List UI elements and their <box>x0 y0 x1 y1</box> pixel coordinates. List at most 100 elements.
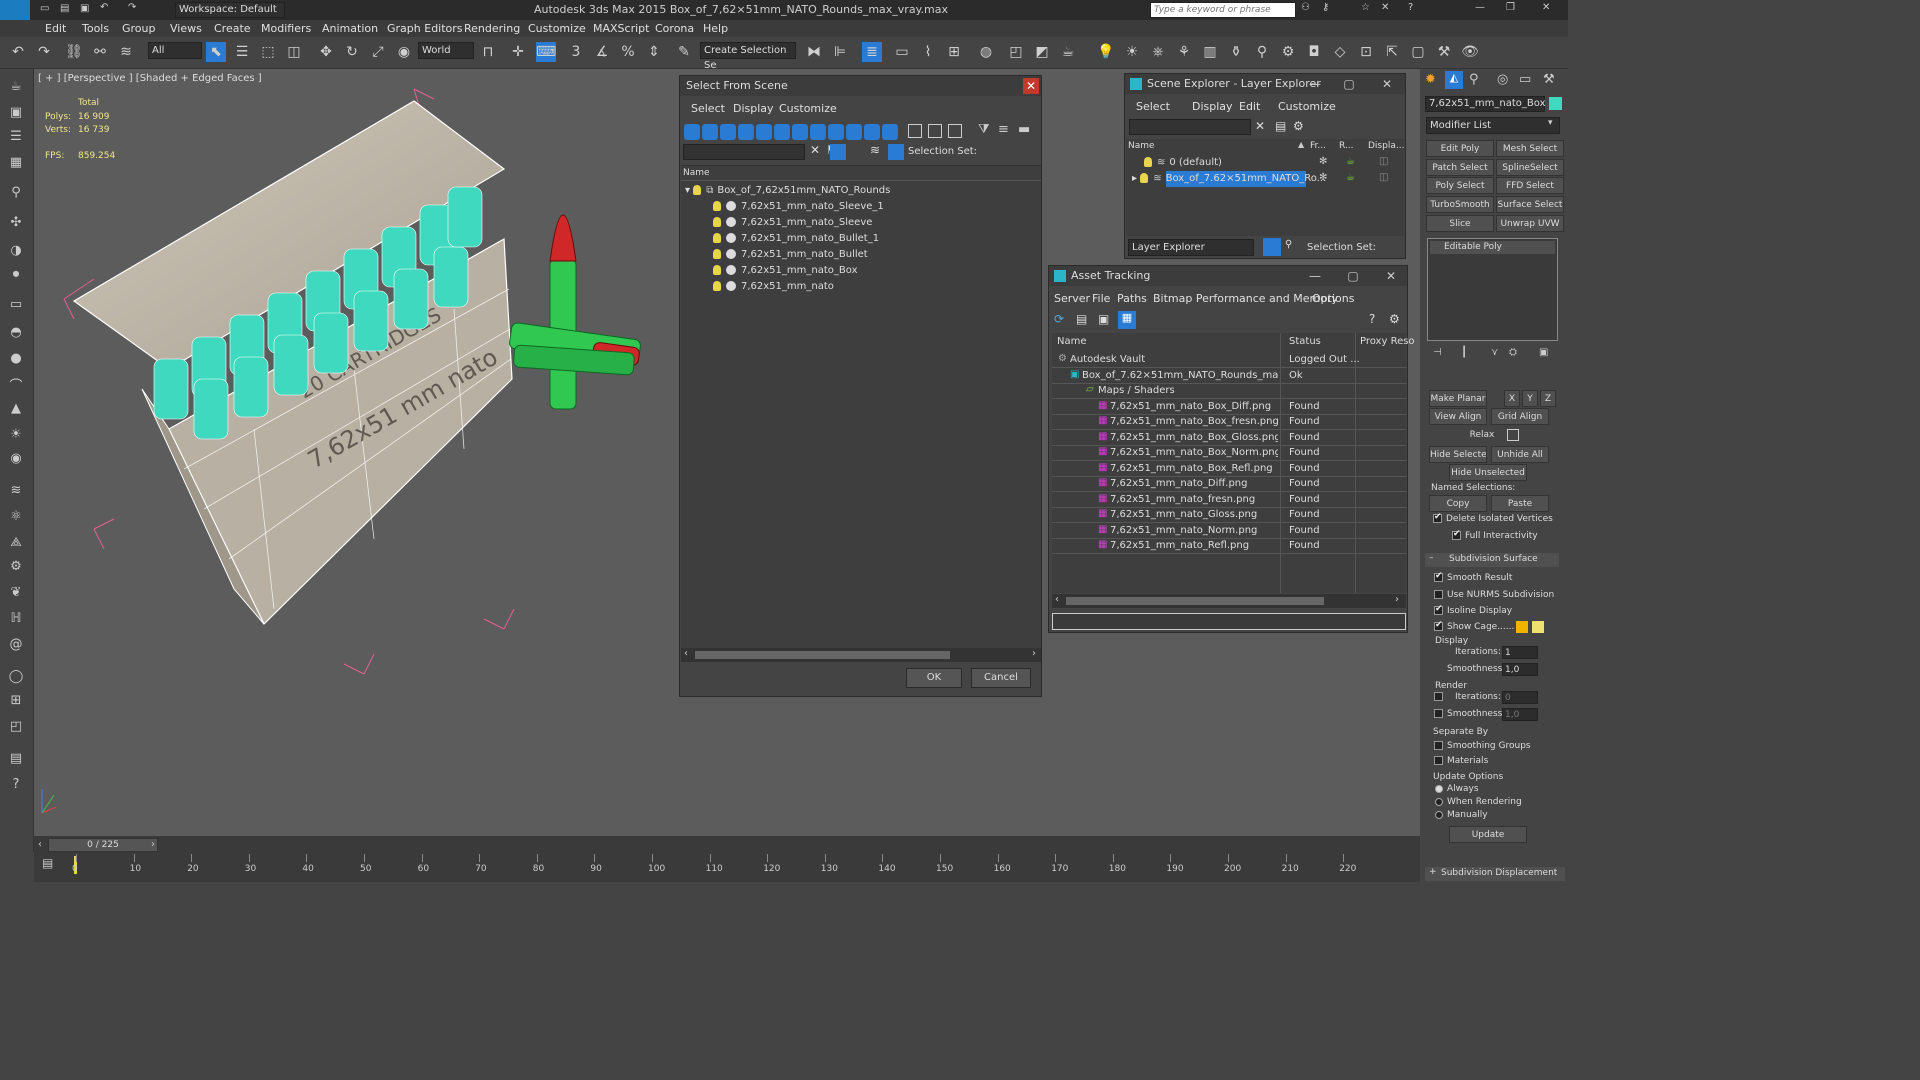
angle-snap-icon[interactable]: ∡ <box>592 42 612 62</box>
rect-selection-icon[interactable]: ⬚ <box>258 42 278 62</box>
relax-settings-icon[interactable] <box>1507 429 1519 441</box>
menu-server[interactable]: Server <box>1054 292 1090 305</box>
asset-row[interactable]: ⚙ Autodesk Vault Logged Out ... <box>1052 353 1406 368</box>
menu-display[interactable]: Display <box>1192 100 1233 113</box>
workspace-dropdown[interactable]: Workspace: Default <box>175 2 285 18</box>
filter-frozen-icon[interactable] <box>864 124 880 140</box>
maximize-icon[interactable]: ▢ <box>1341 76 1357 92</box>
smoothing-groups-checkbox[interactable] <box>1434 741 1443 750</box>
paste-button[interactable]: Paste <box>1491 495 1549 512</box>
display-icon[interactable]: ◫ <box>1379 156 1388 167</box>
pin-stack-icon[interactable]: ⊣ <box>1433 347 1442 358</box>
filter-shapes-icon[interactable] <box>702 124 718 140</box>
mesh-icon[interactable]: ⟁ <box>6 535 26 553</box>
menu-display[interactable]: Display <box>733 102 774 115</box>
col-render[interactable]: R... <box>1339 141 1354 151</box>
tool-icon[interactable]: ⚒ <box>1434 42 1454 62</box>
molecule-icon[interactable]: ⚛ <box>6 509 26 527</box>
hf-icon[interactable]: ℍ <box>6 611 26 629</box>
modifier-list-arrow-icon[interactable]: ▾ <box>1548 118 1553 128</box>
iterations-spinner[interactable]: 1 <box>1502 646 1538 659</box>
filter-icon[interactable]: ⧩ <box>978 122 990 137</box>
minimize-icon[interactable]: — <box>1307 268 1323 284</box>
menu-animation[interactable]: Animation <box>322 22 378 35</box>
menu-help[interactable]: Help <box>703 22 728 35</box>
teapot-icon[interactable]: ☕ <box>6 79 26 97</box>
place-icon[interactable]: ◉ <box>394 42 414 62</box>
menu-group[interactable]: Group <box>122 22 156 35</box>
gear-icon[interactable]: ⚙ <box>1278 42 1298 62</box>
col-name[interactable]: Name <box>1128 141 1155 151</box>
grid-align-button[interactable]: Grid Align <box>1491 408 1549 425</box>
smoothness-spinner[interactable]: 1,0 <box>1502 663 1538 676</box>
grid-icon[interactable]: ⊡ <box>1356 42 1376 62</box>
sort-icon[interactable]: ▲ <box>1298 140 1304 149</box>
select-all-icon[interactable] <box>908 124 922 138</box>
clear-search-icon[interactable]: ✕ <box>810 143 820 157</box>
scroll-left-icon[interactable]: ‹ <box>1055 594 1059 605</box>
menu-options[interactable]: Options <box>1312 292 1354 305</box>
box-icon[interactable]: ▭ <box>6 297 26 315</box>
mirror-icon[interactable]: ⧓ <box>804 42 824 62</box>
menu-graph-editors[interactable]: Graph Editors <box>387 22 463 35</box>
filter-lights-icon[interactable] <box>720 124 736 140</box>
disc-icon[interactable]: ◉ <box>6 451 26 469</box>
render-icon[interactable]: ☕ <box>1058 42 1078 62</box>
hide-unselected-button[interactable]: Hide Unselected <box>1449 464 1527 481</box>
maximize-icon[interactable]: ▢ <box>1345 268 1361 284</box>
proxy-icon[interactable]: ⚱ <box>1226 42 1246 62</box>
add-selected-icon[interactable]: ⚙ <box>1293 119 1304 133</box>
stack-item-editable-poly[interactable]: Editable Poly <box>1430 241 1555 254</box>
spiral-icon[interactable]: @ <box>6 637 26 655</box>
render-smoothness-spinner[interactable]: 1,0 <box>1502 708 1538 721</box>
close-icon[interactable]: ✕ <box>1381 2 1389 13</box>
asset-row[interactable]: ▦ 7,62x51_mm_nato_Gloss.png Found <box>1052 508 1406 523</box>
curve-editor-icon[interactable]: ⌇ <box>918 42 938 62</box>
help-icon[interactable]: ? <box>1408 2 1413 13</box>
timeline-ruler[interactable]: ▤ 0 10 20 30 40 50 60 70 80 90 100 110 120 130 140 150 1… <box>34 854 1420 882</box>
display-tab-icon[interactable]: ▭ <box>1519 72 1531 87</box>
move-icon[interactable]: ✣ <box>6 215 26 233</box>
clear-search-icon[interactable]: ✕ <box>1255 119 1265 133</box>
update-button[interactable]: Update <box>1449 826 1527 843</box>
view-align-button[interactable]: View Align <box>1429 408 1487 425</box>
asset-row[interactable]: ▦ 7,62x51_mm_nato_Box_fresn.png Found <box>1052 415 1406 430</box>
col-status[interactable]: Status <box>1289 336 1321 347</box>
subdivision-displacement-rollout[interactable]: + Subdivision Displacement <box>1425 867 1565 881</box>
ok-button[interactable]: OK <box>906 668 962 688</box>
named-selection-dropdown[interactable]: Create Selection Se <box>700 42 796 71</box>
render-iterations-spinner[interactable]: 0 <box>1502 691 1538 704</box>
window-icon[interactable]: ▢ <box>1408 42 1428 62</box>
binoculars-icon[interactable]: ⚇ <box>1301 2 1310 13</box>
remove-modifier-icon[interactable]: ⛭ <box>1509 347 1517 358</box>
surface-select-button[interactable]: Surface Select <box>1496 196 1564 213</box>
make-planar-button[interactable]: Make Planar <box>1429 390 1487 407</box>
asset-row[interactable]: ▦ 7,62x51_mm_nato_Box_Gloss.png Found <box>1052 431 1406 446</box>
open-file-icon[interactable]: ▤ <box>60 3 69 14</box>
menu-modifiers[interactable]: Modifiers <box>261 22 311 35</box>
filter-helpers-icon[interactable] <box>756 124 772 140</box>
asset-row[interactable]: ▦ 7,62x51_mm_nato_Box_Refl.png Found <box>1052 462 1406 477</box>
record-icon[interactable]: ⏺ <box>6 267 26 285</box>
menu-select[interactable]: Select <box>691 102 725 115</box>
undo-icon[interactable]: ↶ <box>100 2 108 13</box>
light-icon[interactable]: 💡 <box>1096 42 1116 62</box>
window-crossing-icon[interactable]: ◫ <box>284 42 304 62</box>
link-icon[interactable]: ⛓ <box>64 42 84 62</box>
menu-paths[interactable]: Paths <box>1117 292 1147 305</box>
menu-edit[interactable]: Edit <box>1239 100 1260 113</box>
filter-containers-icon[interactable] <box>846 124 862 140</box>
bulb-icon[interactable] <box>1140 173 1149 183</box>
scroll-thumb[interactable] <box>695 651 950 659</box>
selection-filter-dropdown[interactable]: All <box>148 42 202 59</box>
when-rendering-radio[interactable] <box>1435 798 1443 806</box>
new-layer-icon[interactable]: ▤ <box>1275 119 1286 133</box>
subdivision-surface-rollout[interactable]: – Subdivision Surface <box>1425 553 1559 567</box>
fern-icon[interactable]: ⚘ <box>1174 42 1194 62</box>
star-icon[interactable]: ☆ <box>1361 2 1370 13</box>
menu-edit[interactable]: Edit <box>45 22 66 35</box>
full-interactivity-checkbox[interactable] <box>1452 529 1461 540</box>
bind-space-warp-icon[interactable]: ≋ <box>116 42 136 62</box>
tree-item[interactable]: 7,62x51_mm_nato_Bullet_1 <box>713 231 879 247</box>
render-icon[interactable]: ▣ <box>6 105 26 123</box>
